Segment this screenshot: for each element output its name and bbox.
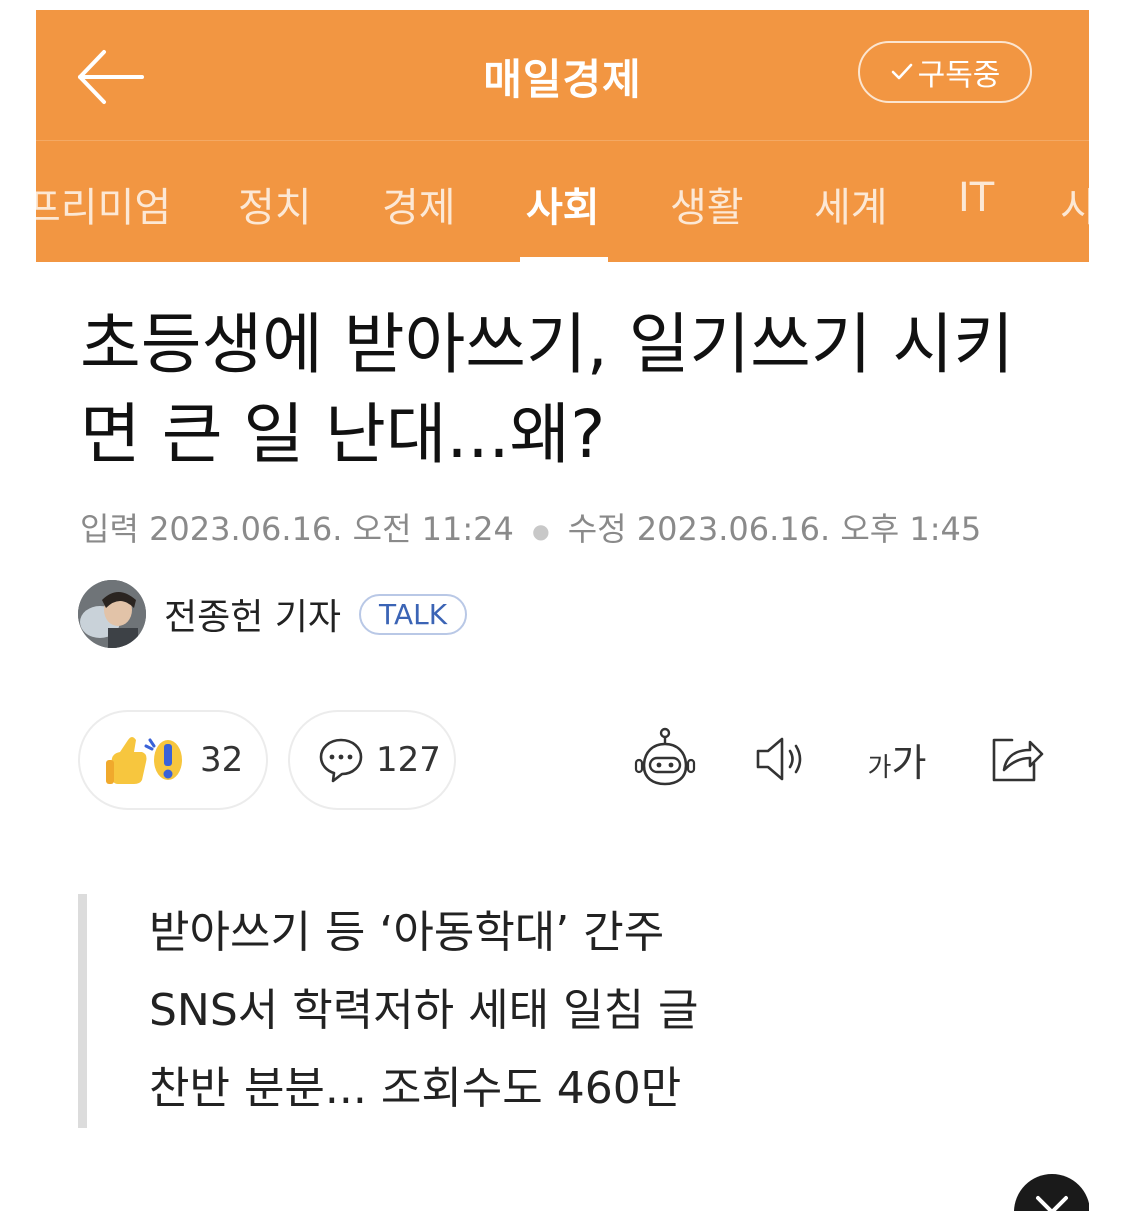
avatar-image	[78, 580, 146, 648]
tab-world[interactable]: 세계	[814, 175, 888, 233]
section-tabs: 프리미엄 정치 경제 사회 생활 세계 IT 시	[36, 140, 1089, 262]
reporter-row: 전종헌 기자 TALK	[78, 578, 468, 650]
input-time: 2023.06.16. 오전 11:24	[149, 510, 514, 548]
article-timestamps: 입력 2023.06.16. 오전 11:24 ● 수정 2023.06.16.…	[80, 504, 981, 550]
subscribe-button[interactable]: 구독중	[858, 41, 1032, 103]
speaker-icon	[756, 737, 802, 781]
reaction-button[interactable]: 32	[78, 710, 268, 810]
tab-economy[interactable]: 경제	[382, 175, 456, 233]
tab-politics[interactable]: 정치	[238, 175, 312, 233]
font-size-small: 가	[867, 752, 892, 783]
tab-it[interactable]: IT	[958, 175, 994, 221]
top-header: 매일경제 구독중	[36, 10, 1089, 140]
robot-icon	[634, 727, 696, 786]
tab-next[interactable]: 시	[1060, 175, 1089, 233]
tab-premium[interactable]: 프리미엄	[36, 175, 171, 233]
comment-count: 127	[376, 740, 441, 780]
close-floating-button[interactable]	[1014, 1174, 1089, 1211]
separator-dot: ●	[532, 519, 550, 543]
modified-label: 수정	[567, 510, 627, 548]
reaction-count: 32	[200, 740, 244, 780]
article-headline: 초등생에 받아쓰기, 일기쓰기 시키면 큰 일 난대...왜?	[80, 306, 1014, 473]
tab-life[interactable]: 생활	[670, 175, 744, 233]
reporter-name[interactable]: 전종헌 기자	[164, 588, 341, 640]
share-icon	[992, 738, 1044, 782]
summary-line: 찬반 분분... 조회수도 460만	[149, 1063, 682, 1114]
close-icon	[1036, 1196, 1068, 1211]
font-size-icon: 가가	[868, 732, 927, 787]
modified-time: 2023.06.16. 오후 1:45	[636, 510, 982, 548]
comment-button[interactable]: 127	[288, 710, 456, 810]
summary-bot-button[interactable]	[632, 726, 698, 792]
article-summary: 받아쓰기 등 ‘아동학대’ 간주 SNS서 학력저하 세태 일침 글 찬반 분분…	[78, 894, 778, 1128]
input-label: 입력	[80, 510, 139, 548]
check-icon	[891, 63, 912, 80]
talk-button[interactable]: TALK	[359, 593, 468, 635]
thumbs-up-surprise-icon	[106, 737, 182, 784]
active-tab-indicator	[520, 257, 608, 262]
text-to-speech-button[interactable]	[748, 726, 814, 792]
summary-line: 받아쓰기 등 ‘아동학대’ 간주	[149, 907, 665, 958]
reporter-avatar[interactable]	[78, 580, 146, 648]
font-size-large: 가	[891, 740, 927, 785]
tab-society[interactable]: 사회	[526, 175, 600, 233]
font-size-button[interactable]: 가가	[862, 726, 932, 792]
summary-line: SNS서 학력저하 세태 일침 글	[149, 985, 699, 1036]
subscribe-label: 구독중	[917, 58, 1001, 93]
share-button[interactable]	[982, 726, 1048, 792]
speech-bubble-icon	[319, 738, 363, 783]
article-screen: 매일경제 구독중 프리미엄 정치 경제 사회 생활 세계 IT 시 초등생에 받…	[36, 10, 1089, 1211]
